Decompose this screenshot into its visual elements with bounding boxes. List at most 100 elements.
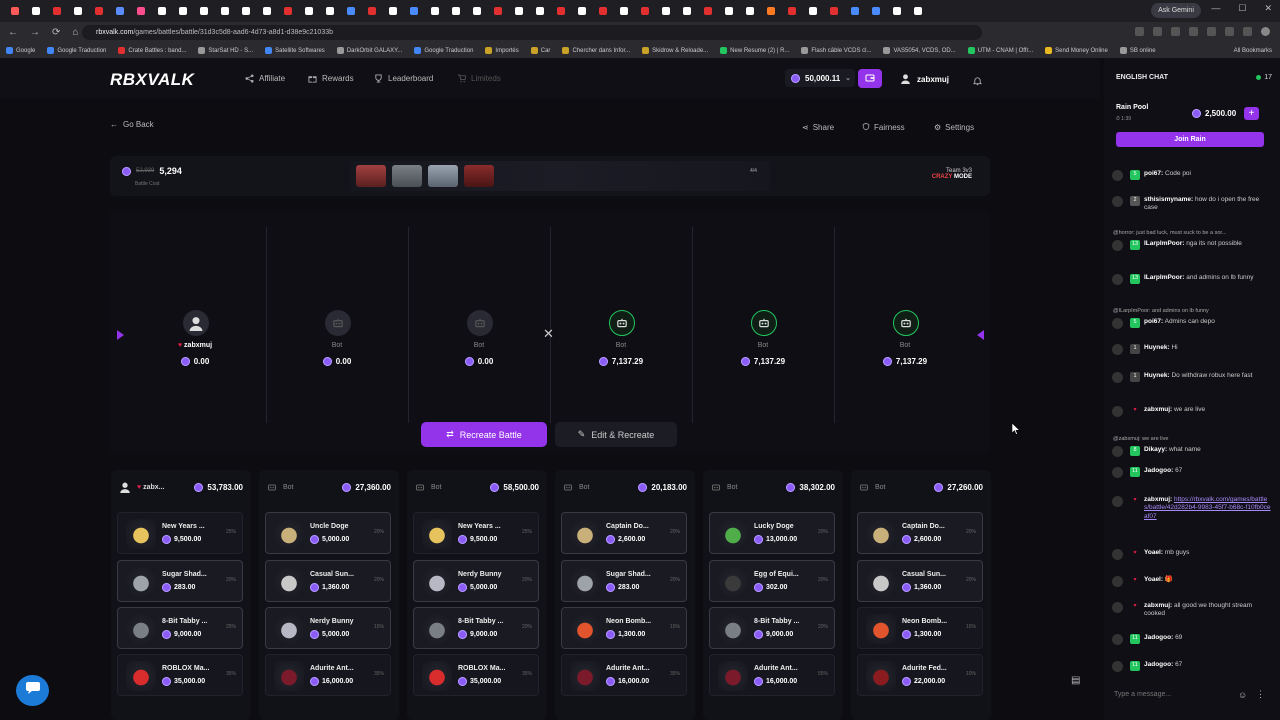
chat-username[interactable]: Huynek:	[1144, 344, 1170, 351]
browser-tab[interactable]	[111, 4, 128, 19]
nav-affiliate[interactable]: Affiliate	[245, 74, 285, 83]
browser-tab[interactable]	[888, 4, 905, 19]
nav-limiteds[interactable]: Limiteds	[457, 74, 501, 83]
browser-tab[interactable]	[90, 4, 107, 19]
item-card[interactable]: 8-Bit Tabby ... 9,000.00 20%	[413, 607, 539, 649]
chat-username[interactable]: ILarpImPoor:	[1144, 274, 1184, 281]
emoji-icon[interactable]: ☺	[1238, 690, 1247, 700]
extension-icon[interactable]	[1243, 27, 1252, 36]
avatar[interactable]	[1112, 661, 1123, 672]
item-card[interactable]: Casual Sun... 1,360.00 20%	[265, 560, 391, 602]
recreate-battle-button[interactable]: ⇄ Recreate Battle	[421, 422, 547, 447]
bell-icon[interactable]	[972, 73, 983, 91]
browser-tab[interactable]	[174, 4, 191, 19]
extension-icon[interactable]	[1153, 27, 1162, 36]
chat-username[interactable]: Huynek:	[1144, 372, 1170, 379]
browser-tab[interactable]	[384, 4, 401, 19]
forward-icon[interactable]: →	[30, 27, 40, 38]
browser-tab[interactable]	[237, 4, 254, 19]
avatar[interactable]	[1112, 170, 1123, 181]
browser-tab[interactable]	[426, 4, 443, 19]
extension-icon[interactable]	[1207, 27, 1216, 36]
chat-toggle-icon[interactable]: ▤	[1071, 675, 1080, 686]
browser-tab[interactable]	[720, 4, 737, 19]
browser-tab[interactable]	[132, 4, 149, 19]
browser-tab[interactable]	[804, 4, 821, 19]
bookmark-item[interactable]: New Resume (2) | R...	[720, 47, 789, 54]
browser-tab[interactable]	[510, 4, 527, 19]
bookmark-item[interactable]: VAS5054, VCDS, OD...	[883, 47, 956, 54]
browser-tab[interactable]	[846, 4, 863, 19]
chat-input[interactable]: Type a message...	[1114, 691, 1171, 698]
site-logo[interactable]: RBXVALK	[110, 70, 194, 90]
browser-tab[interactable]	[216, 4, 233, 19]
browser-tab[interactable]	[405, 4, 422, 19]
fairness-button[interactable]: Fairness	[862, 120, 905, 134]
browser-tab[interactable]	[279, 4, 296, 19]
chat-username[interactable]: poi67:	[1144, 170, 1163, 177]
item-card[interactable]: ROBLOX Ma... 35,000.00 35%	[117, 654, 243, 696]
browser-tab[interactable]	[489, 4, 506, 19]
item-card[interactable]: 8-Bit Tabby ... 9,000.00 25%	[117, 607, 243, 649]
browser-tab[interactable]	[69, 4, 86, 19]
browser-tab[interactable]	[699, 4, 716, 19]
browser-tab[interactable]	[258, 4, 275, 19]
item-card[interactable]: Adurite Fed... 22,000.00 10%	[857, 654, 983, 696]
item-card[interactable]: Adurite Ant... 16,000.00 55%	[709, 654, 835, 696]
chat-username[interactable]: sthisismyname:	[1144, 196, 1193, 203]
item-card[interactable]: Adurite Ant... 16,000.00 35%	[265, 654, 391, 696]
avatar[interactable]	[1112, 446, 1123, 457]
avatar[interactable]	[1112, 344, 1123, 355]
extension-icon[interactable]	[1189, 27, 1198, 36]
bookmark-item[interactable]: Flash câble VCDS cl...	[801, 47, 871, 54]
avatar[interactable]	[1112, 576, 1123, 587]
browser-tab[interactable]	[615, 4, 632, 19]
item-card[interactable]: New Years ... 9,500.00 25%	[413, 512, 539, 554]
bookmark-item[interactable]: Chercher dans Infor...	[562, 47, 630, 54]
item-card[interactable]: Lucky Doge 13,000.00 20%	[709, 512, 835, 554]
chat-username[interactable]: zabxmuj:	[1144, 602, 1172, 609]
chat-username[interactable]: Jadogoo:	[1144, 467, 1173, 474]
chat-username[interactable]: Yoael:	[1144, 576, 1163, 583]
avatar[interactable]	[1112, 634, 1123, 645]
avatar[interactable]	[1112, 240, 1123, 251]
extension-icon[interactable]	[1225, 27, 1234, 36]
browser-tab[interactable]	[153, 4, 170, 19]
avatar[interactable]	[1112, 549, 1123, 560]
browser-tab[interactable]	[657, 4, 674, 19]
chat-username[interactable]: poi67:	[1144, 318, 1163, 325]
nav-rewards[interactable]: Rewards	[308, 74, 354, 83]
share-button[interactable]: ⋖ Share	[802, 120, 834, 134]
more-options-icon[interactable]: ⋮	[1256, 689, 1265, 700]
avatar[interactable]	[1112, 467, 1123, 478]
browser-tab[interactable]	[300, 4, 317, 19]
avatar[interactable]	[1112, 406, 1123, 417]
browser-tab[interactable]	[678, 4, 695, 19]
back-icon[interactable]: ←	[8, 27, 18, 38]
avatar[interactable]	[1112, 274, 1123, 285]
item-card[interactable]: Nerdy Bunny 5,000.00 20%	[413, 560, 539, 602]
browser-tab[interactable]	[762, 4, 779, 19]
browser-tab[interactable]	[594, 4, 611, 19]
item-card[interactable]: ROBLOX Ma... 35,000.00 35%	[413, 654, 539, 696]
profile-icon[interactable]	[1261, 27, 1270, 36]
go-back-button[interactable]: ← Go Back	[110, 120, 154, 129]
browser-tab[interactable]	[573, 4, 590, 19]
avatar[interactable]	[1112, 318, 1123, 329]
avatar[interactable]	[1112, 602, 1123, 613]
chat-username[interactable]: Dikayy:	[1144, 446, 1167, 453]
edit-recreate-button[interactable]: ✎ Edit & Recreate	[555, 422, 677, 447]
browser-tab[interactable]	[636, 4, 653, 19]
bookmark-item[interactable]: Google Traduction	[47, 47, 106, 54]
item-card[interactable]: Neon Bomb... 1,300.00 15%	[561, 607, 687, 649]
close-window-icon[interactable]: ✕	[1264, 3, 1272, 14]
settings-button[interactable]: ⚙ Settings	[934, 120, 974, 134]
extension-icon[interactable]	[1135, 27, 1144, 36]
browser-tab[interactable]	[48, 4, 65, 19]
bookmark-item[interactable]: Importés	[485, 47, 519, 54]
extension-icon[interactable]	[1171, 27, 1180, 36]
item-card[interactable]: 8-Bit Tabby ... 9,000.00 20%	[709, 607, 835, 649]
all-bookmarks[interactable]: All Bookmarks	[1234, 48, 1280, 54]
chat-username[interactable]: zabxmuj:	[1144, 496, 1172, 503]
chat-username[interactable]: Jadogoo:	[1144, 661, 1173, 668]
